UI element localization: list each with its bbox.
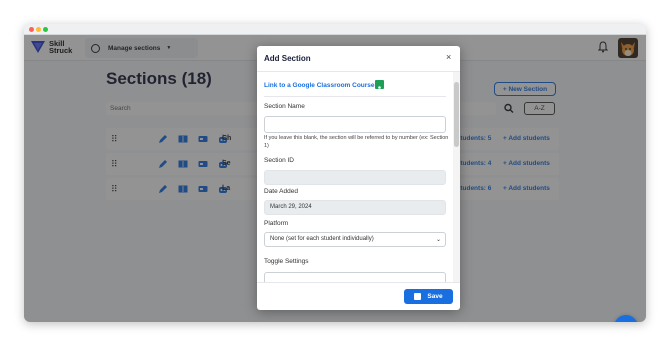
save-disk-icon [414, 293, 422, 300]
browser-window: Skill Struck Manage sections ▼ [24, 24, 646, 322]
chat-button[interactable] [614, 315, 638, 322]
date-added-value: March 29, 2024 [270, 204, 312, 210]
divider [264, 96, 446, 97]
save-button[interactable]: Save [404, 289, 453, 304]
scrollbar-thumb[interactable] [454, 82, 459, 147]
modal-body: Link to a Google Classroom Course Sectio… [257, 72, 453, 282]
minimize-window-button[interactable] [36, 27, 41, 32]
maximize-window-button[interactable] [43, 27, 48, 32]
add-section-modal: Add Section × Link to a Google Classroom… [257, 46, 460, 310]
platform-select[interactable]: None (set for each student individually)… [264, 232, 446, 247]
modal-scrollbar[interactable] [453, 72, 460, 282]
date-added-label: Date Added [264, 188, 298, 195]
section-id-label: Section ID [264, 157, 294, 164]
toggle-settings-box[interactable] [264, 272, 446, 282]
modal-header: Add Section × [257, 46, 460, 72]
toggle-settings-label: Toggle Settings [264, 258, 309, 265]
modal-title: Add Section [264, 54, 311, 63]
platform-label: Platform [264, 220, 289, 227]
save-label: Save [427, 293, 443, 300]
google-classroom-link[interactable]: Link to a Google Classroom Course [264, 82, 375, 89]
section-name-label: Section Name [264, 103, 305, 110]
section-name-input[interactable] [264, 116, 446, 133]
close-icon[interactable]: × [446, 52, 451, 62]
section-name-help-text: If you leave this blank, the section wil… [264, 135, 449, 149]
chat-bubble-icon [614, 315, 638, 322]
google-classroom-icon[interactable] [375, 80, 384, 91]
date-added-input: March 29, 2024 [264, 200, 446, 215]
platform-value: None (set for each student individually) [270, 236, 374, 242]
chevron-down-icon: ⌄ [435, 237, 441, 243]
modal-footer: Save [257, 282, 460, 310]
section-id-input[interactable] [264, 170, 446, 185]
close-window-button[interactable] [29, 27, 34, 32]
window-titlebar [24, 24, 646, 35]
